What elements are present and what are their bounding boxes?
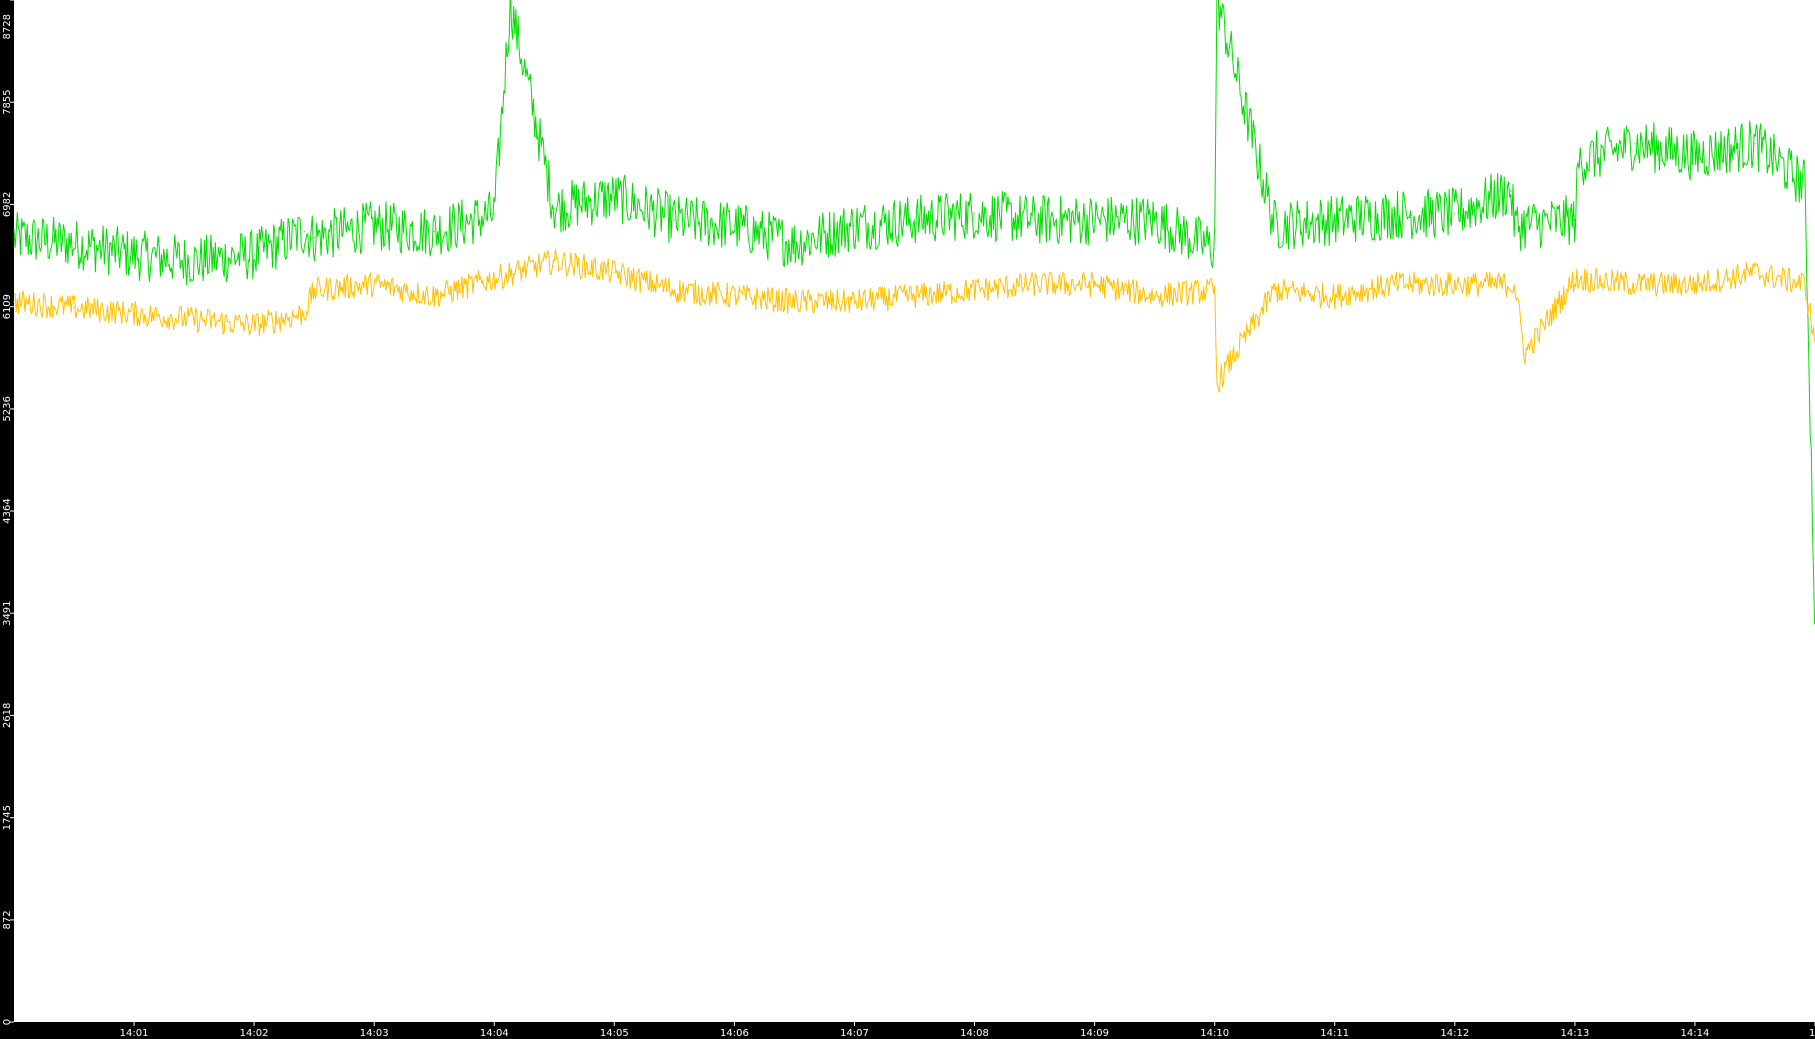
series-1-point-10 <box>553 260 555 262</box>
series-1-point-22 <box>1216 383 1218 385</box>
x-axis-band <box>0 1022 1815 1039</box>
series-0-point-34 <box>1754 143 1756 145</box>
x-tick-label: 14: <box>1809 1028 1815 1039</box>
x-tick-label: 14:02 <box>240 1028 269 1039</box>
series-0-point-7 <box>373 225 375 227</box>
series-0-point-13 <box>673 219 676 221</box>
series-0-point-15 <box>793 242 796 244</box>
y-tick-label: 6982 <box>2 192 13 217</box>
x-tick-label: 14:13 <box>1560 1028 1589 1039</box>
series-1-point-17 <box>973 289 976 291</box>
y-tick-label: 5236 <box>2 396 13 421</box>
series-0-point-17 <box>913 219 916 221</box>
series-0-point-24 <box>1274 225 1276 227</box>
y-tick-label: 2618 <box>2 703 13 728</box>
y-tick-label: 8728 <box>2 14 13 39</box>
y-tick-label: 7855 <box>2 89 13 114</box>
series-1-point-2 <box>133 313 135 315</box>
series-0-point-10 <box>509 2 511 4</box>
series-1-point-16 <box>913 295 916 297</box>
series-0-point-1 <box>73 242 75 244</box>
series-1-point-28 <box>1524 354 1526 356</box>
series-0-point-31 <box>1578 160 1580 162</box>
x-tick-label: 14:11 <box>1320 1028 1349 1039</box>
series-0-point-9 <box>493 213 495 215</box>
x-tick-label: 14:09 <box>1080 1028 1109 1039</box>
y-tick-label: 4364 <box>2 498 13 523</box>
series-0-point-26 <box>1394 213 1396 215</box>
series-1-point-27 <box>1514 283 1516 285</box>
plot-area <box>14 0 1815 1022</box>
series-0-point-21 <box>1154 219 1156 221</box>
line-chart: 0 872 1745 2618 3491 4364 5236 6109 6982 7855 8728… <box>0 0 1815 1039</box>
series-1-point-3 <box>193 318 195 320</box>
series-1-point-7 <box>373 283 375 285</box>
series-1-point-20 <box>1154 295 1156 297</box>
series-0-point-25 <box>1334 219 1336 221</box>
series-0-point-29 <box>1514 225 1516 227</box>
series-1-point-0 <box>13 301 15 303</box>
series-0-point-35 <box>1804 184 1806 186</box>
series-1-point-6 <box>313 289 315 291</box>
series-1-point-13 <box>733 295 736 297</box>
y-tick-label: 0 <box>2 1019 13 1025</box>
series-1-point-5 <box>303 313 305 315</box>
y-tick-label: 3491 <box>2 600 13 625</box>
series-1-point-23 <box>1274 289 1276 291</box>
series-0-point-18 <box>973 213 976 215</box>
x-tick-label: 14:08 <box>960 1028 989 1039</box>
series-0-point-0 <box>13 236 15 239</box>
series-1-point-9 <box>493 277 495 280</box>
series-0-point-27 <box>1454 213 1456 215</box>
series-1-point-25 <box>1394 283 1396 285</box>
series-1-point-32 <box>1754 272 1756 274</box>
x-tick-label: 14:05 <box>600 1028 629 1039</box>
series-1-point-24 <box>1334 295 1336 297</box>
series-0-point-16 <box>853 225 856 227</box>
series-0-point-32 <box>1634 143 1636 145</box>
series-0-point-11 <box>553 207 555 209</box>
series-0-point-2 <box>133 254 135 256</box>
x-tick-label: 14:06 <box>720 1028 749 1039</box>
series-1-point-31 <box>1694 283 1696 285</box>
chart-root: 0 872 1745 2618 3491 4364 5236 6109 6982 7855 8728… <box>0 0 1815 1039</box>
y-tick-label: 872 <box>2 910 13 929</box>
series-1-point-21 <box>1214 289 1216 291</box>
series-1-point-12 <box>673 289 676 291</box>
series-1-point-11 <box>613 272 615 274</box>
series-1-point-33 <box>1804 283 1806 285</box>
series-1-point-30 <box>1634 283 1636 285</box>
series-1-point-8 <box>433 295 435 297</box>
x-tick-label: 14:07 <box>840 1028 869 1039</box>
x-tick-label: 14:01 <box>120 1028 149 1039</box>
y-tick-label: 1745 <box>2 805 13 830</box>
x-tick-label: 14:04 <box>480 1028 509 1039</box>
series-0-point-30 <box>1574 219 1576 221</box>
series-1-point-15 <box>853 301 856 303</box>
series-0-point-20 <box>1094 219 1096 221</box>
series-0-point-22 <box>1214 248 1216 250</box>
series-1-point-14 <box>793 301 796 303</box>
x-tick-label: 14:12 <box>1440 1028 1469 1039</box>
series-0-point-4 <box>253 254 255 256</box>
series-0-point-5 <box>303 231 305 233</box>
x-tick-label: 14:14 <box>1680 1028 1709 1039</box>
series-0-point-12 <box>613 195 615 198</box>
series-1-point-29 <box>1574 277 1576 280</box>
series-0-point-14 <box>733 225 736 227</box>
series-0-point-19 <box>1034 219 1036 221</box>
y-tick-label: 6109 <box>2 294 13 319</box>
series-1-point-26 <box>1454 283 1456 285</box>
series-1-point-18 <box>1034 283 1036 285</box>
series-0-point-6 <box>313 236 315 239</box>
series-1-point-1 <box>73 307 75 309</box>
series-0-point-8 <box>433 231 435 233</box>
x-tick-label: 14:10 <box>1200 1028 1229 1039</box>
series-1-point-19 <box>1094 283 1096 285</box>
series-1-point-4 <box>253 324 255 326</box>
series-0-point-33 <box>1694 154 1696 157</box>
x-tick-label: 14:03 <box>360 1028 389 1039</box>
series-0-point-28 <box>1510 190 1512 192</box>
series-0-point-3 <box>193 260 195 262</box>
